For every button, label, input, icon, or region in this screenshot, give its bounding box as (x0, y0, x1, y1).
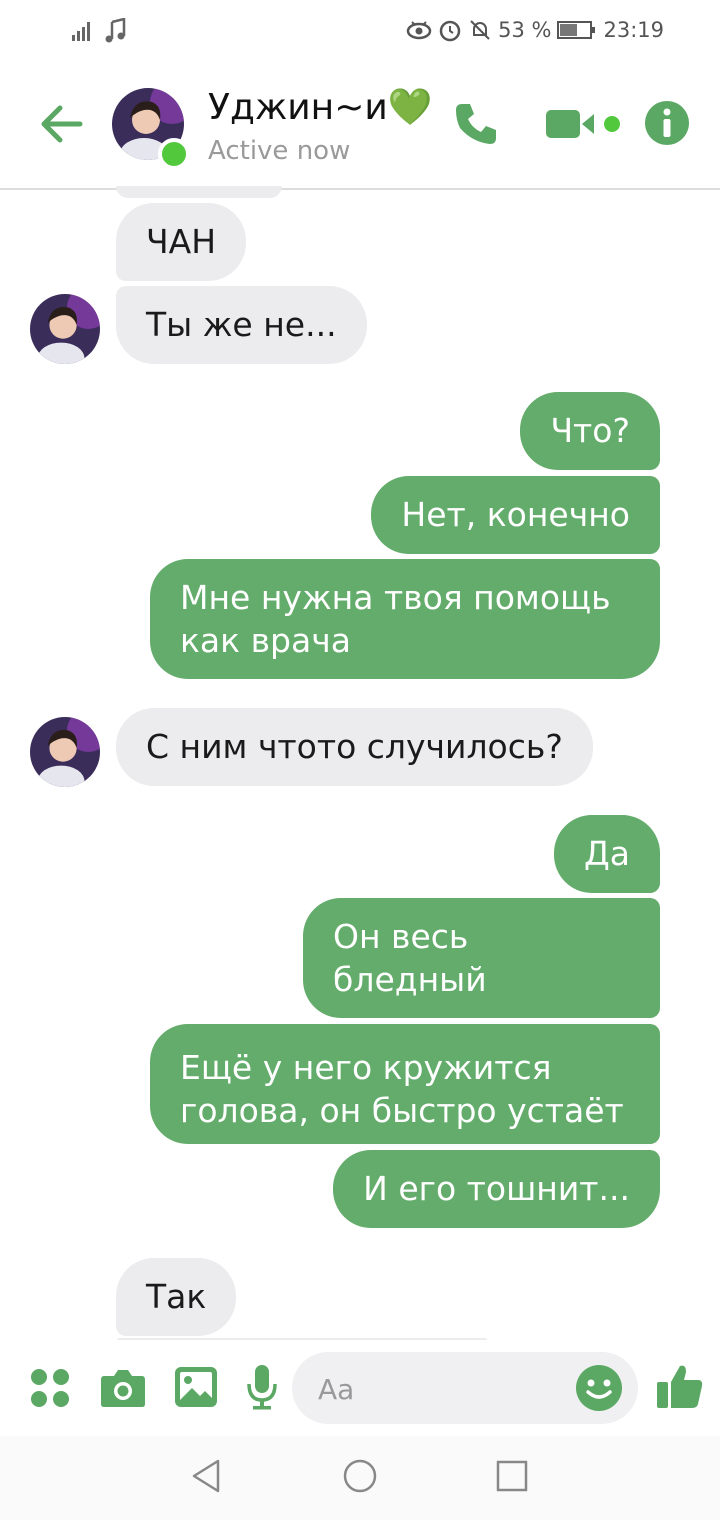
online-indicator (158, 138, 190, 170)
message-bubble-partial (116, 186, 282, 198)
battery-icon (557, 21, 596, 39)
back-arrow-icon[interactable] (40, 104, 84, 144)
status-left-icons (70, 18, 128, 44)
microphone-icon[interactable] (246, 1364, 278, 1410)
clock: 23:19 (603, 18, 664, 42)
nav-recents-icon[interactable] (496, 1460, 528, 1492)
status-right-icons: 53 % 23:19 (406, 18, 664, 42)
message-outgoing[interactable]: Он весь бледный (303, 898, 660, 1018)
chat-header: Уджин~и💚 Active now (0, 60, 720, 190)
message-outgoing[interactable]: И его тошнит... (333, 1150, 660, 1228)
info-icon[interactable] (644, 100, 690, 146)
contact-name[interactable]: Уджин~и💚 (208, 86, 433, 128)
message-incoming[interactable]: Так (116, 1258, 237, 1336)
message-input[interactable] (316, 1366, 560, 1412)
gallery-icon[interactable] (174, 1366, 218, 1408)
message-incoming[interactable]: Ты же не... (116, 286, 367, 364)
apps-icon[interactable] (30, 1368, 70, 1408)
emoji-icon[interactable] (575, 1364, 623, 1412)
sender-avatar[interactable] (30, 294, 100, 364)
signal-icon (72, 22, 90, 41)
message-input-container[interactable] (292, 1352, 638, 1424)
battery-percent: 53 % (498, 18, 552, 42)
message-outgoing[interactable]: Да (553, 815, 660, 893)
system-navigation-bar (0, 1436, 720, 1520)
eye-icon (406, 21, 432, 40)
camera-icon[interactable] (100, 1366, 146, 1408)
message-incoming[interactable]: ЧАН (116, 203, 247, 281)
message-outgoing[interactable]: Нет, конечно (371, 476, 660, 554)
message-outgoing[interactable]: Мне нужна твоя помощь как врача (150, 559, 660, 679)
status-bar: 53 % 23:19 (0, 0, 720, 60)
thumbs-up-icon[interactable] (656, 1362, 704, 1410)
nav-home-icon[interactable] (342, 1458, 378, 1494)
message-composer (0, 1340, 720, 1436)
music-note-icon (105, 18, 126, 43)
phone-icon[interactable] (452, 100, 500, 148)
message-outgoing[interactable]: Что? (520, 392, 660, 470)
mute-bell-icon (470, 20, 490, 40)
sender-avatar[interactable] (30, 717, 100, 787)
message-incoming[interactable]: С ним чтото случилось? (116, 708, 593, 786)
video-camera-icon[interactable] (544, 106, 624, 142)
alarm-icon (439, 20, 461, 42)
contact-status: Active now (208, 136, 351, 166)
message-outgoing[interactable]: Ещё у него кружится голова, он быстро ус… (150, 1024, 660, 1144)
nav-back-icon[interactable] (190, 1458, 222, 1494)
